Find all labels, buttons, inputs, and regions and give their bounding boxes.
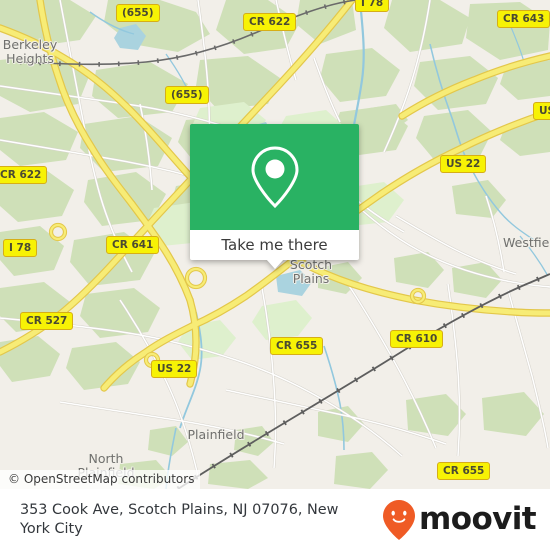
moovit-pin-smiley-icon xyxy=(383,499,416,540)
road-shield: US 22 xyxy=(440,155,487,173)
road-shield: CR 641 xyxy=(106,236,160,254)
osm-attribution[interactable]: © OpenStreetMap contributors xyxy=(0,470,201,489)
road-shield: (655) xyxy=(116,4,160,22)
road-shield: I 78 xyxy=(355,0,390,12)
map-screen: Berkeley Heights Scotch Plains Westfield… xyxy=(0,0,550,550)
map-pin-icon xyxy=(250,146,299,209)
location-popup-card[interactable]: Take me there xyxy=(190,124,359,269)
take-me-there-label: Take me there xyxy=(221,236,328,254)
road-shield: US 22 xyxy=(533,102,550,120)
popup-pointer-tail xyxy=(265,259,284,269)
moovit-wordmark: moovit xyxy=(419,501,537,537)
road-shield: CR 643 xyxy=(497,10,550,28)
address-label: 353 Cook Ave, Scotch Plains, NJ 07076, N… xyxy=(20,501,339,537)
road-shield: CR 655 xyxy=(270,337,324,355)
map-canvas[interactable]: Berkeley Heights Scotch Plains Westfield… xyxy=(0,0,550,489)
road-shield: CR 527 xyxy=(20,312,74,330)
road-shield: CR 622 xyxy=(0,166,48,184)
road-shield: (655) xyxy=(165,86,209,104)
popup-footer[interactable]: Take me there xyxy=(190,230,359,260)
popup-header xyxy=(190,124,359,230)
moovit-brand[interactable]: moovit xyxy=(382,499,537,541)
road-shield: I 78 xyxy=(3,239,38,257)
road-shield: CR 622 xyxy=(243,13,297,31)
road-shield: CR 655 xyxy=(437,462,491,480)
road-shield: US 22 xyxy=(151,360,198,378)
road-shield: CR 610 xyxy=(390,330,444,348)
footer-bar: 353 Cook Ave, Scotch Plains, NJ 07076, N… xyxy=(0,489,550,550)
